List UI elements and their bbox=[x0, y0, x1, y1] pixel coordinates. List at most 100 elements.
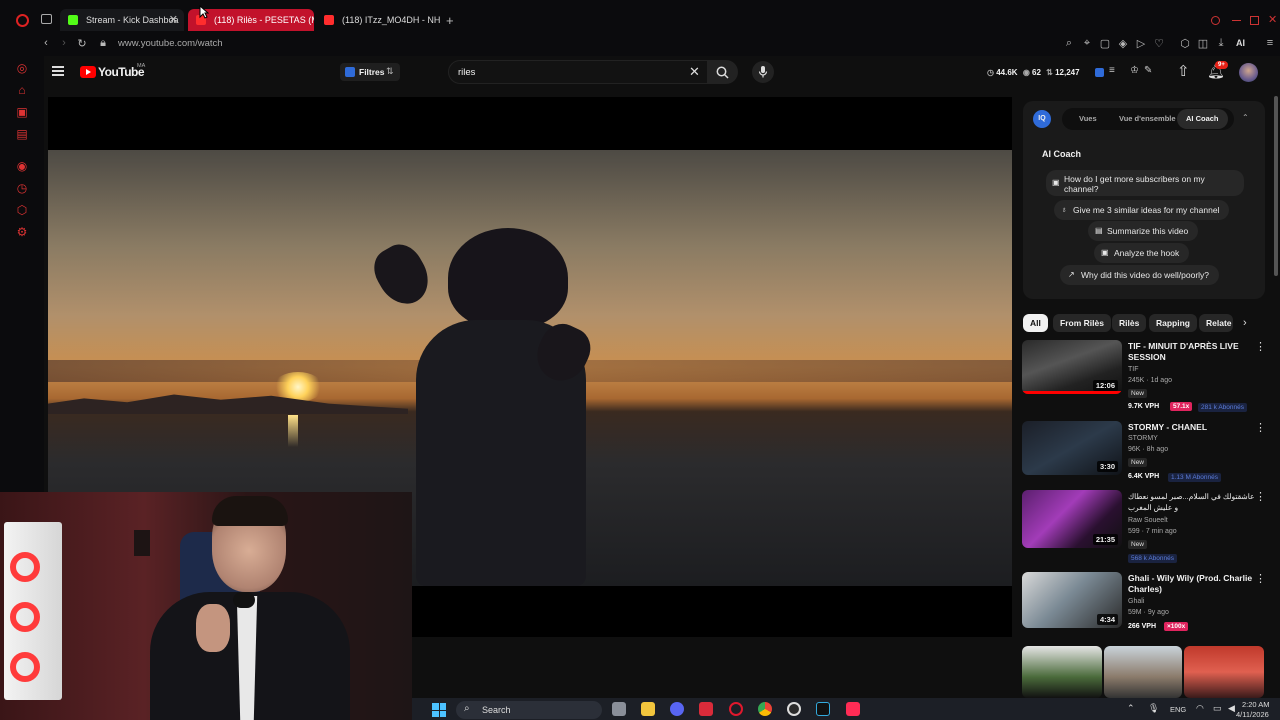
video-thumbnail[interactable]: 21:35 bbox=[1022, 490, 1122, 548]
volume-icon[interactable]: ◀︎ bbox=[1228, 703, 1235, 714]
mic-tray-icon[interactable]: 🎙︎ bbox=[1148, 703, 1159, 714]
chip-riles[interactable]: Rilès bbox=[1112, 314, 1147, 332]
extension-icon[interactable]: ⬡ bbox=[1178, 37, 1192, 50]
discord-icon[interactable] bbox=[670, 702, 684, 716]
channel-name[interactable]: STORMY bbox=[1128, 435, 1158, 442]
chips-next-icon[interactable]: › bbox=[1243, 317, 1247, 329]
zoom-icon[interactable]: ⌕ bbox=[1062, 37, 1076, 50]
trophy-icon[interactable]: ♔ bbox=[1130, 65, 1139, 76]
video-title[interactable]: عاشقتولك في السلام...صبر لمسو نعطاك و عل… bbox=[1128, 491, 1256, 513]
edit-icon[interactable]: ✎ bbox=[1144, 65, 1152, 76]
tab-vues[interactable]: Vues bbox=[1079, 114, 1097, 123]
video-thumbnail[interactable]: 3:30 bbox=[1022, 421, 1122, 475]
youtube-logo-icon[interactable] bbox=[80, 66, 96, 78]
taskbar-search[interactable]: ⌕ Search bbox=[456, 701, 602, 719]
new-tab-button[interactable]: + bbox=[446, 13, 454, 28]
extensions-icon[interactable]: ⬡ bbox=[14, 202, 30, 218]
recommendation-item[interactable]: 21:35 عاشقتولك في السلام...صبر لمسو نعطا… bbox=[1022, 490, 1280, 564]
minimize-icon[interactable] bbox=[1232, 20, 1241, 21]
avatar[interactable] bbox=[1239, 63, 1258, 82]
page-scrollbar[interactable] bbox=[1274, 96, 1278, 276]
url-field[interactable]: www.youtube.com/watch bbox=[118, 38, 223, 49]
channel-name[interactable]: Ghali bbox=[1128, 598, 1144, 605]
chip-rapping[interactable]: Rapping bbox=[1149, 314, 1197, 332]
channel-name[interactable]: Raw Soueelt bbox=[1128, 517, 1168, 524]
video-title[interactable]: Ghali - Wily Wily (Prod. Charlie Charles… bbox=[1128, 573, 1256, 595]
tab-ai-coach[interactable]: AI Coach bbox=[1177, 109, 1228, 129]
menu-icon[interactable]: ≡ bbox=[1263, 37, 1277, 49]
battery-icon[interactable]: ▭ bbox=[1213, 703, 1222, 714]
aria-icon[interactable]: ◎ bbox=[14, 60, 30, 76]
chip-all[interactable]: All bbox=[1023, 314, 1048, 332]
chip-from-riles[interactable]: From Rilès bbox=[1053, 314, 1111, 332]
file-explorer-icon[interactable] bbox=[641, 702, 655, 716]
chrome-icon[interactable] bbox=[758, 702, 772, 716]
player-icon[interactable]: ◉ bbox=[14, 158, 30, 174]
channel-name[interactable]: TIF bbox=[1128, 366, 1139, 373]
tab-itzz-mo4dh[interactable]: (118) ITzz_MO4DH - NHAR bbox=[316, 9, 440, 31]
opera-logo-icon[interactable] bbox=[16, 14, 29, 27]
tab-vue-ensemble[interactable]: Vue d'ensemble bbox=[1119, 114, 1176, 123]
app-red-icon[interactable] bbox=[699, 702, 713, 716]
clock-date[interactable]: 4/11/2026 bbox=[1236, 710, 1269, 719]
recommendation-item[interactable]: 4:34 Ghali - Wily Wily (Prod. Charlie Ch… bbox=[1022, 572, 1280, 638]
video-thumbnail[interactable]: 12:06 bbox=[1022, 340, 1122, 394]
short-thumbnail[interactable] bbox=[1022, 646, 1102, 698]
voice-search-button[interactable] bbox=[752, 61, 774, 83]
tab-kick-dashboard[interactable]: Stream - Kick Dashboa ✕ bbox=[60, 9, 184, 31]
close-tab-icon[interactable]: ✕ bbox=[169, 9, 178, 31]
recommendation-item[interactable]: 12:06 TIF - MINUIT D'APRÈS LIVE SESSION … bbox=[1022, 340, 1280, 414]
download-icon[interactable]: ⤓ bbox=[1214, 37, 1228, 50]
close-window-icon[interactable]: ✕ bbox=[1268, 13, 1277, 26]
play-icon[interactable]: ▷ bbox=[1134, 37, 1148, 50]
obs-icon[interactable] bbox=[787, 702, 801, 716]
vidiq-icon[interactable] bbox=[1095, 68, 1104, 77]
more-options-icon[interactable]: ⋮ bbox=[1255, 572, 1266, 585]
more-options-icon[interactable]: ⋮ bbox=[1255, 340, 1266, 353]
clear-search-icon[interactable]: ✕ bbox=[689, 64, 700, 80]
short-thumbnail[interactable] bbox=[1184, 646, 1264, 698]
history-icon[interactable]: ◷ bbox=[14, 180, 30, 196]
collapse-chevron-icon[interactable]: ⌃ bbox=[1242, 113, 1249, 122]
prompt-why-performance[interactable]: ↗ Why did this video do well/poorly? bbox=[1060, 265, 1220, 285]
maximize-icon[interactable] bbox=[1250, 16, 1259, 25]
video-title[interactable]: STORMY - CHANEL bbox=[1128, 422, 1256, 433]
chip-related[interactable]: Relate bbox=[1199, 314, 1233, 332]
filters-button[interactable]: Filtres ⇅ bbox=[340, 63, 400, 81]
short-thumbnail[interactable] bbox=[1104, 646, 1182, 698]
video-title[interactable]: TIF - MINUIT D'APRÈS LIVE SESSION bbox=[1128, 341, 1256, 363]
recommendation-item[interactable]: 3:30 STORMY - CHANEL STORMY 96K · 8h ago… bbox=[1022, 421, 1280, 485]
more-options-icon[interactable]: ⋮ bbox=[1255, 421, 1266, 434]
back-icon[interactable]: ‹ bbox=[39, 37, 53, 49]
search-input[interactable]: riles bbox=[458, 67, 475, 78]
messenger-icon[interactable]: ▣ bbox=[14, 104, 30, 120]
more-options-icon[interactable]: ⋮ bbox=[1255, 490, 1266, 503]
upload-icon[interactable]: ⇧ bbox=[1177, 62, 1190, 80]
adblock-icon[interactable]: ◈ bbox=[1116, 37, 1130, 50]
twitch-icon[interactable]: ▤ bbox=[14, 126, 30, 142]
reload-icon[interactable]: ↻ bbox=[75, 37, 89, 50]
language-indicator[interactable]: ENG bbox=[1170, 705, 1186, 714]
settings-icon[interactable]: ⚙ bbox=[14, 224, 30, 240]
heart-icon[interactable]: ♡ bbox=[1152, 37, 1166, 50]
prompt-analyze-hook[interactable]: ▣ Analyze the hook bbox=[1094, 243, 1190, 263]
search-box[interactable] bbox=[448, 60, 708, 84]
wallet-icon[interactable]: ◫ bbox=[1196, 37, 1210, 50]
video-thumbnail[interactable]: 4:34 bbox=[1022, 572, 1122, 628]
wifi-icon[interactable]: ◠ bbox=[1196, 703, 1204, 714]
capcut-icon[interactable] bbox=[816, 702, 830, 716]
tiktok-icon[interactable] bbox=[846, 702, 860, 716]
prompt-more-subscribers[interactable]: ▣ How do I get more subscribers on my ch… bbox=[1046, 170, 1244, 196]
snapshot-icon[interactable]: ▢ bbox=[1098, 37, 1112, 50]
hamburger-menu-icon[interactable] bbox=[52, 66, 64, 76]
tray-chevron-icon[interactable]: ⌃ bbox=[1127, 703, 1135, 714]
pin-icon[interactable]: ⌖ bbox=[1080, 37, 1094, 50]
prompt-summarize[interactable]: ▤ Summarize this video bbox=[1088, 221, 1199, 241]
search-tabs-icon[interactable] bbox=[1211, 16, 1220, 25]
prompt-similar-ideas[interactable]: ♁ Give me 3 similar ideas for my channel bbox=[1054, 200, 1230, 220]
tab-list-icon[interactable] bbox=[41, 14, 52, 24]
start-button-icon[interactable] bbox=[432, 703, 446, 717]
clock-time[interactable]: 2:20 AM bbox=[1242, 700, 1270, 709]
forward-icon[interactable]: › bbox=[57, 37, 71, 49]
task-view-icon[interactable] bbox=[612, 702, 626, 716]
